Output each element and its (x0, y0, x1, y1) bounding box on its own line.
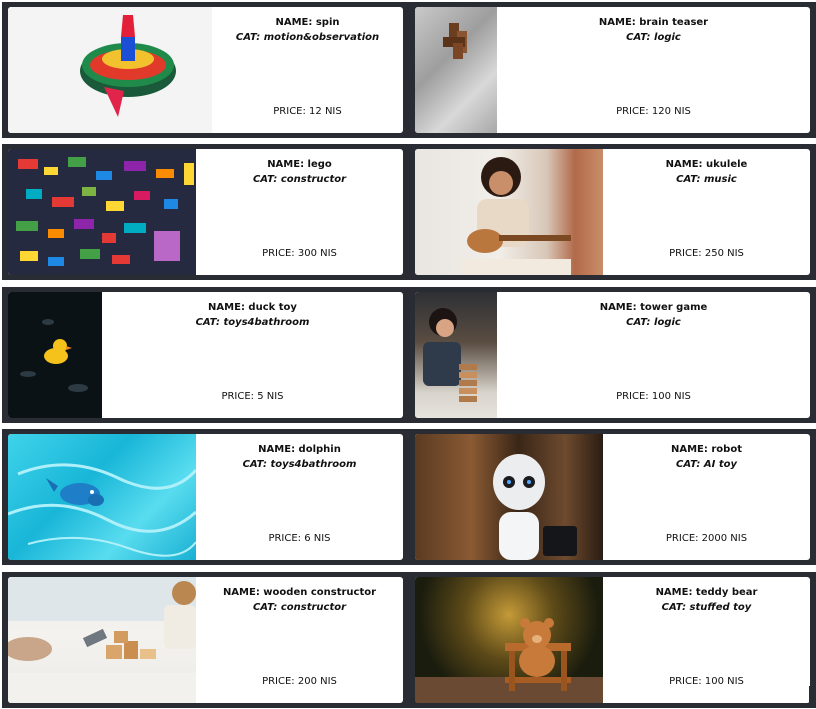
product-category: CAT: AI toy (676, 459, 737, 470)
product-name: NAME: ukulele (665, 159, 748, 170)
product-info: NAME: brain teaser CAT: logic PRICE: 120… (497, 7, 810, 133)
product-info: NAME: wooden constructor CAT: constructo… (196, 577, 403, 703)
product-category: CAT: constructor (252, 174, 347, 185)
product-card-inner: NAME: ukulele CAT: music PRICE: 250 NIS (415, 149, 810, 275)
product-card-inner: NAME: brain teaser CAT: logic PRICE: 120… (415, 7, 810, 133)
product-name: NAME: teddy bear (655, 587, 758, 598)
product-category: CAT: logic (626, 32, 681, 43)
lego-bricks-image (8, 149, 196, 275)
girl-playing-ukulele-image (415, 149, 603, 275)
product-category: CAT: stuffed toy (661, 602, 752, 613)
product-card[interactable]: NAME: duck toy CAT: toys4bathroom PRICE:… (2, 287, 409, 423)
wooden-blocks-child-image (8, 577, 196, 703)
product-card[interactable]: NAME: lego CAT: constructor PRICE: 300 N… (2, 144, 409, 280)
product-price: PRICE: 200 NIS (262, 676, 337, 687)
wooden-brain-teaser-image (415, 7, 497, 133)
product-category: CAT: logic (626, 317, 681, 328)
product-card-inner: NAME: dolphin CAT: toys4bathroom PRICE: … (8, 434, 403, 560)
product-category: CAT: music (676, 174, 737, 185)
product-price: PRICE: 2000 NIS (665, 533, 748, 544)
product-name: NAME: duck toy (208, 302, 297, 313)
product-info: NAME: robot CAT: AI toy PRICE: 2000 NIS (603, 434, 810, 560)
product-card[interactable]: NAME: brain teaser CAT: logic PRICE: 120… (409, 2, 816, 138)
product-price: PRICE: 100 NIS (669, 676, 744, 687)
product-info: NAME: duck toy CAT: toys4bathroom PRICE:… (102, 292, 403, 418)
product-card-inner: NAME: tower game CAT: logic PRICE: 100 N… (415, 292, 810, 418)
product-name: NAME: dolphin (258, 444, 341, 455)
scrollbar-thumb[interactable] (809, 686, 816, 707)
product-price: PRICE: 100 NIS (616, 391, 691, 402)
product-grid: NAME: spin CAT: motion&observation PRICE… (0, 0, 816, 709)
child-tower-game-image (415, 292, 497, 418)
product-info: NAME: dolphin CAT: toys4bathroom PRICE: … (196, 434, 403, 560)
product-card[interactable]: NAME: tower game CAT: logic PRICE: 100 N… (409, 287, 816, 423)
product-card-inner: NAME: duck toy CAT: toys4bathroom PRICE:… (8, 292, 403, 418)
product-name: NAME: brain teaser (598, 17, 709, 28)
product-category: CAT: motion&observation (235, 32, 380, 43)
product-price: PRICE: 120 NIS (616, 106, 691, 117)
product-card[interactable]: NAME: ukulele CAT: music PRICE: 250 NIS (409, 144, 816, 280)
product-name: NAME: tower game (599, 302, 708, 313)
rubber-duck-image (8, 292, 102, 418)
product-card[interactable]: NAME: teddy bear CAT: stuffed toy PRICE:… (409, 572, 816, 708)
product-card-inner: NAME: teddy bear CAT: stuffed toy PRICE:… (415, 577, 810, 703)
product-info: NAME: tower game CAT: logic PRICE: 100 N… (497, 292, 810, 418)
product-card[interactable]: NAME: robot CAT: AI toy PRICE: 2000 NIS (409, 429, 816, 565)
humanoid-robot-image (415, 434, 603, 560)
product-price: PRICE: 250 NIS (669, 248, 744, 259)
teddy-bear-bench-image (415, 577, 603, 703)
product-category: CAT: toys4bathroom (195, 317, 310, 328)
product-card-inner: NAME: lego CAT: constructor PRICE: 300 N… (8, 149, 403, 275)
product-card-inner: NAME: spin CAT: motion&observation PRICE… (8, 7, 403, 133)
product-price: PRICE: 300 NIS (262, 248, 337, 259)
product-price: PRICE: 6 NIS (268, 533, 331, 544)
product-name: NAME: spin (275, 17, 340, 28)
product-info: NAME: teddy bear CAT: stuffed toy PRICE:… (603, 577, 810, 703)
product-category: CAT: toys4bathroom (242, 459, 357, 470)
product-info: NAME: lego CAT: constructor PRICE: 300 N… (196, 149, 403, 275)
product-category: CAT: constructor (252, 602, 347, 613)
product-card[interactable]: NAME: dolphin CAT: toys4bathroom PRICE: … (2, 429, 409, 565)
product-card[interactable]: NAME: spin CAT: motion&observation PRICE… (2, 2, 409, 138)
product-price: PRICE: 12 NIS (273, 106, 342, 117)
product-card[interactable]: NAME: wooden constructor CAT: constructo… (2, 572, 409, 708)
product-name: NAME: wooden constructor (222, 587, 377, 598)
spinning-top-toy-image (8, 7, 212, 133)
product-price: PRICE: 5 NIS (221, 391, 284, 402)
product-card-inner: NAME: wooden constructor CAT: constructo… (8, 577, 403, 703)
product-info: NAME: spin CAT: motion&observation PRICE… (212, 7, 403, 133)
product-name: NAME: lego (267, 159, 332, 170)
product-info: NAME: ukulele CAT: music PRICE: 250 NIS (603, 149, 810, 275)
product-card-inner: NAME: robot CAT: AI toy PRICE: 2000 NIS (415, 434, 810, 560)
product-name: NAME: robot (671, 444, 742, 455)
dolphin-toy-pool-image (8, 434, 196, 560)
